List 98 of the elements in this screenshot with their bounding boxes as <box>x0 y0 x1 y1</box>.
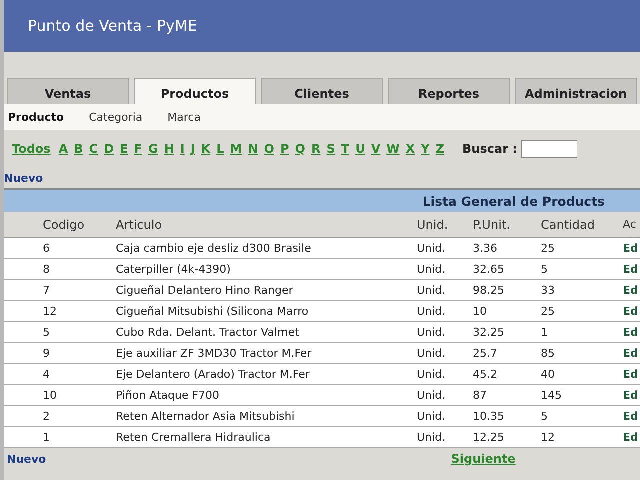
table-cell: Cubo Rda. Delant. Tractor Valmet <box>116 326 300 338</box>
table-cell: Unid. <box>417 304 446 318</box>
table-cell: 1 <box>541 326 548 338</box>
subnav-link[interactable]: Categoria <box>89 110 143 124</box>
column-header: Codigo <box>43 218 85 232</box>
table-cell: 25 <box>541 242 555 254</box>
table-cell: Unid. <box>417 284 446 296</box>
table-cell: Unid. <box>417 326 446 338</box>
table-title: Lista General de Products <box>422 194 605 208</box>
letter-filter-link[interactable]: B <box>74 142 84 156</box>
table-cell: 40 <box>541 368 555 380</box>
table-cell: 45.2 <box>473 368 498 380</box>
table-cell: Unid. <box>417 346 446 360</box>
letter-filter-link[interactable]: Y <box>421 142 430 156</box>
table-cell: 3.36 <box>473 242 498 254</box>
table-cell: 4 <box>43 368 50 380</box>
nav-tab[interactable]: Administracion <box>515 78 637 104</box>
new-link[interactable]: Nuevo <box>7 452 46 466</box>
letter-filter-link[interactable]: W <box>386 142 400 156</box>
table-cell: Unid. <box>417 388 446 402</box>
table-cell: 33 <box>541 284 555 296</box>
column-header: P.Unit. <box>473 218 510 232</box>
nav-tab[interactable]: Reportes <box>388 78 510 104</box>
nav-tab[interactable]: Ventas <box>7 78 129 104</box>
table-cell: Cigueñal Mitsubishi (Silicona Marro <box>116 304 309 318</box>
letter-filter-link[interactable]: P <box>280 142 290 156</box>
table-cell: 2 <box>43 410 50 422</box>
table-cell: Unid. <box>417 262 446 276</box>
search-label: Buscar : <box>462 142 518 156</box>
letter-filter-link[interactable]: Todos <box>12 142 51 156</box>
letter-filter-link[interactable]: S <box>326 142 336 156</box>
letter-filter-link[interactable]: N <box>248 142 258 156</box>
nav-tab[interactable]: Clientes <box>261 78 383 104</box>
letter-filter-link[interactable]: A <box>58 142 68 156</box>
table-cell: 25.7 <box>473 346 498 360</box>
letter-filter-link[interactable]: O <box>264 142 274 156</box>
search-field[interactable] <box>521 140 578 158</box>
letter-filter-link[interactable]: E <box>120 142 128 156</box>
letter-filter-link[interactable]: J <box>190 142 196 156</box>
table-cell: 9 <box>43 346 50 360</box>
table-cell: 85 <box>541 346 555 360</box>
table-cell: Cigueñal Delantero Hino Ranger <box>116 284 294 296</box>
table-cell: 32.65 <box>473 262 504 276</box>
table-cell: Eje auxiliar ZF 3MD30 Tractor M.Fer <box>116 346 312 360</box>
letter-filter-link[interactable]: H <box>164 142 174 156</box>
table-cell: 8 <box>43 262 50 276</box>
table-cell: Unid. <box>417 242 446 254</box>
letter-filter-link[interactable]: U <box>356 142 366 156</box>
next-page-link[interactable]: Siguiente <box>451 452 516 466</box>
table-cell: 145 <box>541 388 562 402</box>
table-cell: 98.25 <box>473 284 504 296</box>
table-cell: 10 <box>473 304 487 318</box>
nav-tab[interactable]: Productos <box>134 78 256 104</box>
table-cell: Piñon Ataque F700 <box>116 388 220 402</box>
table-cell: 5 <box>541 410 548 422</box>
table-cell: 7 <box>43 284 50 296</box>
table-cell: 32.25 <box>473 326 504 338</box>
table-cell: 1 <box>43 430 50 444</box>
letter-filter-link[interactable]: K <box>201 142 211 156</box>
table-cell: Reten Cremallera Hidraulica <box>116 430 271 444</box>
letter-filter-link[interactable]: M <box>230 142 242 156</box>
table-cell: Reten Alternador Asia Mitsubishi <box>116 410 295 422</box>
table-cell: Unid. <box>417 410 446 422</box>
letter-filter-link[interactable]: Q <box>295 142 306 156</box>
letter-filter-link[interactable]: G <box>148 142 158 156</box>
subnav-link[interactable]: Marca <box>168 110 201 124</box>
letter-filter-link[interactable]: Z <box>436 142 445 156</box>
table-cell: Caterpiller (4k-4390) <box>116 262 231 276</box>
table-cell: 25 <box>541 304 555 318</box>
letter-filter-link[interactable]: L <box>216 142 224 156</box>
column-header: Ac <box>623 218 636 231</box>
table-cell: 87 <box>473 388 487 402</box>
column-header: Cantidad <box>541 218 595 232</box>
table-cell: Caja cambio eje desliz d300 Brasile <box>116 242 312 254</box>
column-header: Unid. <box>417 218 448 232</box>
table-cell: 12.25 <box>473 430 504 444</box>
table-cell: 5 <box>541 262 548 276</box>
letter-filter-link[interactable]: I <box>180 142 185 156</box>
table-cell: Unid. <box>417 430 446 444</box>
new-link[interactable]: Nuevo <box>4 172 44 184</box>
table-cell: 6 <box>43 242 50 254</box>
table-cell: 10 <box>43 388 57 402</box>
table-cell: 12 <box>541 430 555 444</box>
table-cell: 10.35 <box>473 410 504 422</box>
table-cell: 5 <box>43 326 50 338</box>
letter-filter-link[interactable]: T <box>341 142 350 156</box>
table-cell: Eje Delantero (Arado) Tractor M.Fer <box>116 368 310 380</box>
subnav-link[interactable]: Producto <box>8 110 64 124</box>
letter-filter-link[interactable]: V <box>371 142 381 156</box>
column-header: Articulo <box>116 218 162 232</box>
letter-filter-link[interactable]: X <box>406 142 416 156</box>
letter-filter-link[interactable]: R <box>311 142 321 156</box>
table-cell: Unid. <box>417 368 446 380</box>
table-cell: 12 <box>43 304 57 318</box>
letter-filter-link[interactable]: F <box>134 142 142 156</box>
letter-filter-link[interactable]: C <box>89 142 98 156</box>
app-title: Punto de Venta - PyME <box>28 17 198 35</box>
letter-filter-link[interactable]: D <box>104 142 114 156</box>
